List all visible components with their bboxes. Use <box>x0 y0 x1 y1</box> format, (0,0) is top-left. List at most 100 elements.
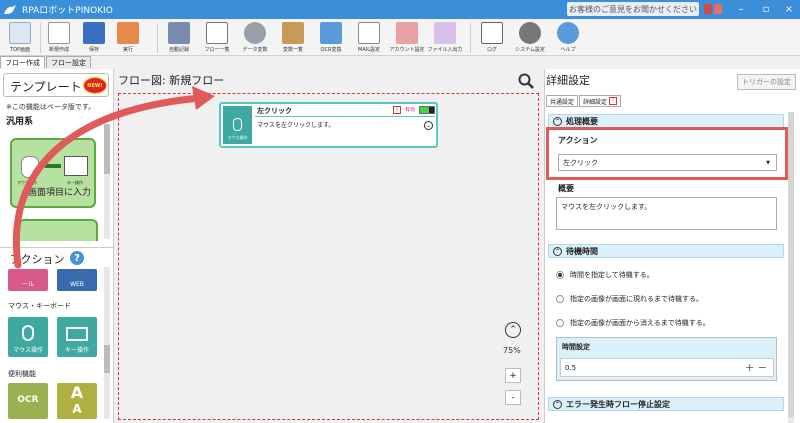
help-circle-icon[interactable]: ? <box>70 251 84 265</box>
data-variable-button[interactable]: データ変数 <box>237 21 273 55</box>
stepper-icon: + − <box>745 361 767 374</box>
chevron-up-icon: ⌃ <box>553 399 562 409</box>
time-label: 時間設定 <box>562 343 590 351</box>
category-mouse-keyboard: マウス・キーボード <box>8 302 71 310</box>
mail-settings-button[interactable]: MAIL設定 <box>351 21 387 55</box>
new-button[interactable]: 新規作成 <box>41 21 77 55</box>
section-error-stop[interactable]: ⌃ エラー発生時フロー停止設定 <box>548 397 784 411</box>
beta-note: ※この機能はベータ版です。 <box>6 103 96 111</box>
auto-record-button[interactable]: 自動記録 <box>161 21 197 55</box>
save-icon <box>83 22 105 44</box>
chevron-up-icon: ⌃ <box>553 116 562 126</box>
detail-scrollbar[interactable] <box>788 112 794 423</box>
run-button[interactable]: 実行 <box>110 21 146 55</box>
node-enable-toggle[interactable] <box>419 106 435 114</box>
zoom-out-button[interactable]: - <box>505 390 521 405</box>
variable-list-button[interactable]: 変数一覧 <box>275 21 311 55</box>
run-icon <box>117 22 139 44</box>
tab-detail-settings[interactable]: 詳細設定! <box>579 95 622 107</box>
account-icon <box>396 22 418 44</box>
close-button[interactable]: × <box>778 0 800 19</box>
radio-time-wait[interactable]: 時間を指定して待機する。 <box>556 270 654 280</box>
window-title: RPAロボットPINOKIO <box>22 6 113 16</box>
feedback-button[interactable]: お客様のご意見をお聞かせください <box>567 2 699 16</box>
summary-textarea[interactable]: マウスを左クリックします。 <box>556 197 777 230</box>
tab-common-settings[interactable]: 共通設定 <box>546 95 579 107</box>
tile-keyboard[interactable]: キー操作 <box>57 317 97 357</box>
trigger-settings-button[interactable]: トリガーの設定 <box>737 74 796 90</box>
warning-icon: ! <box>393 106 401 114</box>
tile-mouse[interactable]: マウス操作 <box>8 317 48 357</box>
chevron-up-icon: ⌃ <box>553 246 562 256</box>
box-icon <box>282 22 304 44</box>
mail-icon <box>358 22 380 44</box>
canvas-title: フロー図: 新規フロー <box>118 74 225 87</box>
action-highlight-box: アクション 左クリック ▼ <box>546 127 788 180</box>
tile-web[interactable]: WEB <box>57 269 97 291</box>
mouse-icon <box>233 118 242 131</box>
detail-title: 詳細設定 <box>546 74 590 87</box>
template-card-input[interactable]: マウス操作 キー操作 画面項目に入力 <box>10 138 96 208</box>
file-io-icon <box>434 22 456 44</box>
list-icon <box>206 22 228 44</box>
tab-flow-create[interactable]: フロー作成 <box>0 56 45 68</box>
zoom-in-button[interactable]: + <box>505 368 521 383</box>
summary-label: 概要 <box>558 184 574 193</box>
save-button[interactable]: 保存 <box>76 21 112 55</box>
record-icon <box>168 22 190 44</box>
flow-list-button[interactable]: フロー一覧 <box>199 21 235 55</box>
keyboard-icon <box>64 156 88 176</box>
ocr-icon <box>320 22 342 44</box>
top-screen-button[interactable]: TOP画面 <box>2 21 38 55</box>
database-icon <box>244 22 266 44</box>
maximize-button[interactable]: ▫ <box>755 0 777 19</box>
system-settings-button[interactable]: システム設定 <box>512 21 548 55</box>
new-badge: NEW! <box>83 77 107 94</box>
category-generic: 汎用系 <box>6 117 34 127</box>
tile-mail[interactable]: ール <box>8 269 48 291</box>
node-description: マウスを左クリックします。 <box>257 122 335 129</box>
tab-flow-settings[interactable]: フロー設定 <box>46 56 91 68</box>
gear-icon <box>519 22 541 44</box>
home-icon <box>9 22 31 44</box>
account-settings-button[interactable]: アカウント設定 <box>389 21 425 55</box>
template-scrollbar[interactable] <box>104 124 110 239</box>
title-bar: RPAロボットPINOKIO お客様のご意見をお聞かせください – ▫ × <box>0 0 800 19</box>
help-button[interactable]: ヘルプ <box>550 21 586 55</box>
template-header: テンプレート NEW! <box>3 73 109 97</box>
action-scrollbar[interactable] <box>104 267 110 419</box>
search-icon[interactable] <box>518 73 534 89</box>
template-card-partial[interactable] <box>18 219 98 241</box>
section-overview[interactable]: ⌃ 処理概要 <box>548 114 784 128</box>
keyboard-icon <box>66 327 88 341</box>
log-button[interactable]: ログ <box>474 21 510 55</box>
node-status: 有効 <box>405 107 416 113</box>
action-header: アクション ? <box>0 247 113 267</box>
flow-node-left-click[interactable]: マウス操作 左クリック ! 有効 マウスを左クリックします。 ⌄ <box>219 102 438 148</box>
section-wait[interactable]: ⌃ 待機時間 <box>548 244 784 258</box>
tile-text[interactable]: AA <box>57 383 97 419</box>
radio-image-appear[interactable]: 指定の画像が画面に現れるまで待機する。 <box>556 294 703 304</box>
time-input[interactable]: 0.5 + − <box>560 358 774 377</box>
ribbon-toolbar: TOP画面 新規作成 保存 実行 自動記録 フロー一覧 データ変数 変数一覧 O… <box>0 19 800 56</box>
zoom-level: 75% <box>503 346 521 355</box>
main-tabs: フロー作成 フロー設定 <box>0 56 92 68</box>
action-select[interactable]: 左クリック ▼ <box>558 154 777 171</box>
mouse-icon <box>21 156 39 178</box>
detail-tabs: 共通設定 詳細設定! <box>546 95 622 107</box>
dropdown-arrow-icon: ▼ <box>766 159 770 166</box>
action-label: アクション <box>558 136 598 145</box>
chevron-up-icon[interactable]: ⌃ <box>505 322 521 338</box>
minimize-button[interactable]: – <box>730 0 752 19</box>
thumbs-icon[interactable] <box>702 1 724 18</box>
radio-icon <box>556 295 564 303</box>
tile-ocr[interactable]: OCR <box>8 383 48 419</box>
template-title: テンプレート <box>10 80 82 94</box>
chevron-down-icon[interactable]: ⌄ <box>424 121 433 130</box>
left-panel: テンプレート NEW! ※この機能はベータ版です。 汎用系 マウス操作 キー操作… <box>0 69 114 423</box>
action-title: アクション <box>10 253 65 266</box>
ocr-button[interactable]: OCR変換 <box>313 21 349 55</box>
file-io-button[interactable]: ファイル入出力 <box>427 21 463 55</box>
radio-image-disappear[interactable]: 指定の画像が画面から消えるまで待機する。 <box>556 318 710 328</box>
time-settings-box: 時間設定 0.5 + − <box>556 337 777 381</box>
